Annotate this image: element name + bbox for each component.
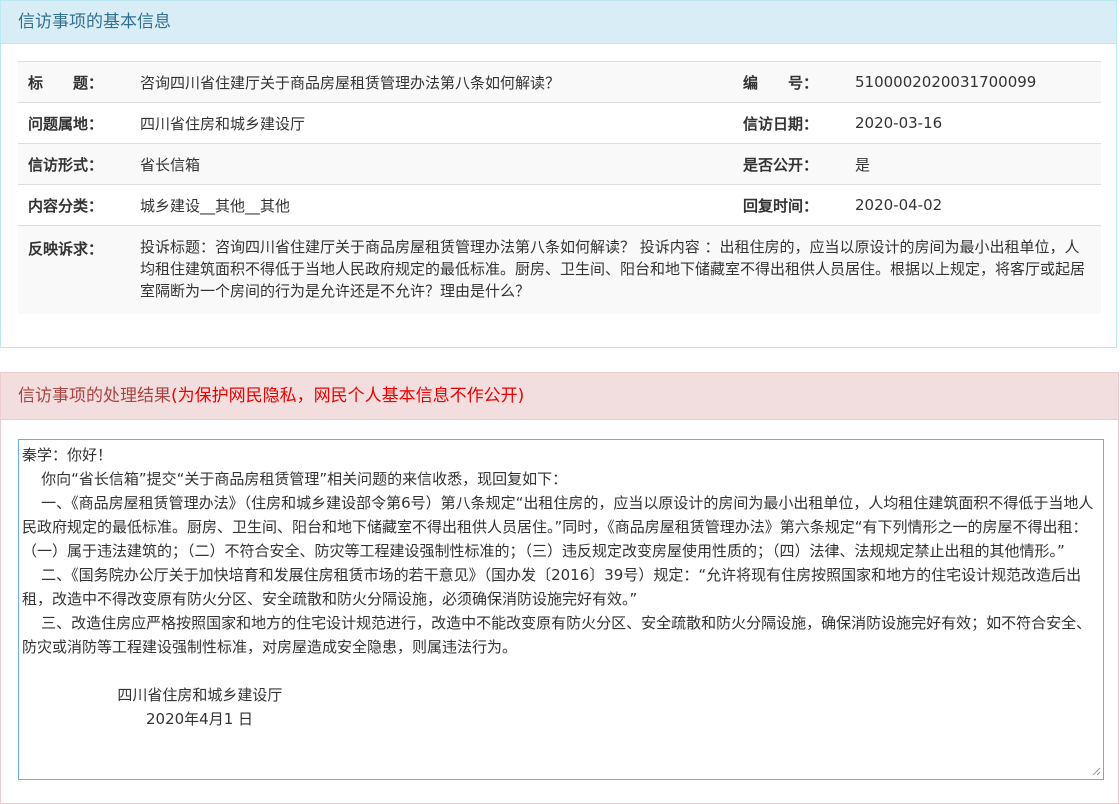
location-value: 四川省住房和城乡建设厅 [140, 114, 306, 133]
table-row: 内容分类： 城乡建设__其他__其他 回复时间： 2020-04-02 [18, 184, 1101, 226]
public-value: 是 [855, 155, 871, 174]
result-heading: 信访事项的处理结果(为保护网民隐私，网民个人基本信息不作公开) [1, 373, 1118, 420]
category-value: 城乡建设__其他__其他 [140, 196, 291, 215]
basic-info-heading: 信访事项的基本信息 [1, 1, 1116, 44]
form-label: 信访形式： [28, 155, 104, 174]
table-row: 信访形式： 省长信箱 是否公开： 是 [18, 143, 1101, 185]
result-heading-title: 信访事项的处理结果 [18, 386, 171, 406]
reply-textarea[interactable]: 秦学：你好！ 你向“省长信箱”提交“关于商品房租赁管理”相关问题的来信收悉，现回… [18, 439, 1104, 780]
appeal-text: 投诉标题：咨询四川省住建厅关于商品房屋租赁管理办法第八条如何解读？ 投诉内容 ：… [140, 238, 1086, 300]
basic-info-panel: 信访事项的基本信息 标 题： 咨询四川省住建厅关于商品房屋租赁管理办法第八条如何… [0, 0, 1117, 348]
table-row: 标 题： 咨询四川省住建厅关于商品房屋租赁管理办法第八条如何解读？ 编 号： 5… [18, 61, 1101, 103]
form-value: 省长信箱 [140, 155, 201, 174]
table-row: 反映诉求： 投诉标题：咨询四川省住建厅关于商品房屋租赁管理办法第八条如何解读？ … [18, 225, 1101, 314]
appeal-label: 反映诉求： [28, 240, 104, 258]
petition-date-label: 信访日期： [743, 114, 819, 133]
number-label: 编 号： [743, 73, 819, 92]
petition-date-value: 2020-03-16 [855, 114, 943, 132]
resize-grip-icon[interactable] [1091, 766, 1101, 776]
title-value: 咨询四川省住建厅关于商品房屋租赁管理办法第八条如何解读？ [140, 73, 561, 92]
category-label: 内容分类： [28, 196, 104, 215]
location-label: 问题属地： [28, 114, 104, 133]
public-label: 是否公开： [743, 155, 819, 174]
reply-time-value: 2020-04-02 [855, 196, 943, 214]
title-label: 标 题： [28, 73, 104, 92]
table-row: 问题属地： 四川省住房和城乡建设厅 信访日期： 2020-03-16 [18, 102, 1101, 144]
basic-info-table: 标 题： 咨询四川省住建厅关于商品房屋租赁管理办法第八条如何解读？ 编 号： 5… [18, 61, 1101, 314]
number-value: 5100002020031700099 [855, 73, 1037, 91]
reply-time-label: 回复时间： [743, 196, 819, 215]
privacy-note: (为保护网民隐私，网民个人基本信息不作公开) [171, 386, 525, 406]
result-panel: 信访事项的处理结果(为保护网民隐私，网民个人基本信息不作公开) 秦学：你好！ 你… [0, 372, 1119, 804]
